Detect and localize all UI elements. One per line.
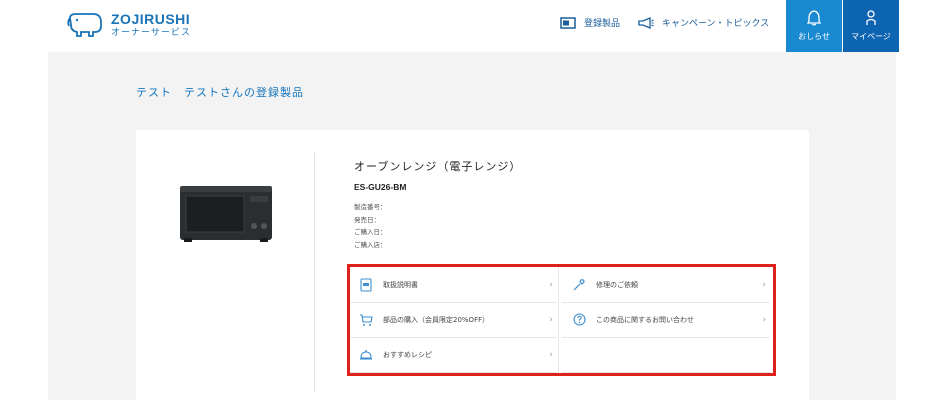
notice-label: おしらせ: [798, 32, 830, 41]
product-name: オーブンレンジ（電子レンジ）: [354, 160, 522, 173]
monitor-icon: [560, 16, 576, 29]
empty-grid-cell: [562, 337, 770, 373]
chevron-right-icon: ›: [762, 279, 766, 290]
serial-number-label: 製造番号：: [354, 203, 387, 211]
manual-icon: [359, 277, 373, 292]
product-model: ES-GU26-BM: [354, 182, 407, 192]
elephant-logo-icon: [67, 13, 102, 37]
brand-subtitle: オーナーサービス: [111, 28, 191, 38]
chevron-right-icon: ›: [549, 349, 553, 360]
cart-icon: [359, 313, 373, 327]
megaphone-icon: [638, 16, 654, 29]
parts-purchase-label: 部品の購入（会員限定20%OFF）: [383, 315, 490, 324]
manual-label: 取扱説明書: [383, 280, 418, 289]
chevron-right-icon: ›: [549, 279, 553, 290]
page-title: テスト テストさんの登録製品: [136, 86, 304, 99]
card-divider: [314, 152, 315, 392]
zojirushi-logo[interactable]: ZOJIRUSHI オーナーサービス: [67, 12, 191, 38]
nav-campaign-topics-label: キャンペーン・トピックス: [662, 19, 770, 29]
nav-registered-products[interactable]: 登録製品: [560, 16, 620, 29]
product-meta: 製造番号： 発売日： ご購入日： ご購入店：: [354, 201, 521, 251]
purchase-store-label: ご購入店：: [354, 240, 387, 249]
product-info: オーブンレンジ（電子レンジ） ES-GU26-BM 製造番号： 発売日： ご購入…: [354, 158, 521, 251]
chevron-right-icon: ›: [549, 314, 553, 325]
wrench-icon: [572, 278, 586, 292]
nav-campaign-topics[interactable]: キャンペーン・トピックス: [638, 16, 769, 29]
bell-icon: [807, 10, 821, 26]
repair-request-link[interactable]: 修理のご依頼 ›: [562, 267, 770, 303]
mypage-button[interactable]: マイページ: [843, 0, 899, 52]
oven-range-product-image: [180, 186, 272, 242]
chevron-right-icon: ›: [762, 314, 766, 325]
product-inquiry-label: この商品に関するお問い合わせ: [596, 315, 694, 324]
repair-request-label: 修理のご依頼: [596, 280, 638, 289]
recommended-recipes-link[interactable]: おすすめレシピ ›: [349, 337, 557, 373]
manual-link[interactable]: 取扱説明書 ›: [349, 267, 557, 303]
nav-registered-products-label: 登録製品: [584, 19, 621, 29]
notice-button[interactable]: おしらせ: [786, 0, 842, 52]
release-date-label: 発売日：: [354, 215, 380, 224]
recommended-recipes-label: おすすめレシピ: [383, 350, 432, 359]
product-actions: 取扱説明書 › 修理のご依頼 › 部品の購入（会員限定20%OFF） › この商…: [349, 266, 770, 373]
purchase-date-label: ご購入日：: [354, 228, 387, 236]
grid-divider: [558, 267, 559, 373]
main-content: テスト テストさんの登録製品 オーブンレンジ（電子レンジ） ES-GU26-BM…: [48, 52, 896, 410]
parts-purchase-link[interactable]: 部品の購入（会員限定20%OFF） ›: [349, 302, 557, 338]
mypage-label: マイページ: [851, 32, 891, 41]
cloche-icon: [359, 348, 373, 362]
question-icon: [572, 313, 586, 327]
site-header: ZOJIRUSHI オーナーサービス 登録製品 キャンペーン・トピックス おしら…: [0, 0, 944, 52]
brand-name: ZOJIRUSHI: [111, 11, 191, 27]
product-inquiry-link[interactable]: この商品に関するお問い合わせ ›: [562, 302, 770, 338]
person-icon: [866, 10, 876, 25]
product-card: オーブンレンジ（電子レンジ） ES-GU26-BM 製造番号： 発売日： ご購入…: [136, 130, 809, 410]
